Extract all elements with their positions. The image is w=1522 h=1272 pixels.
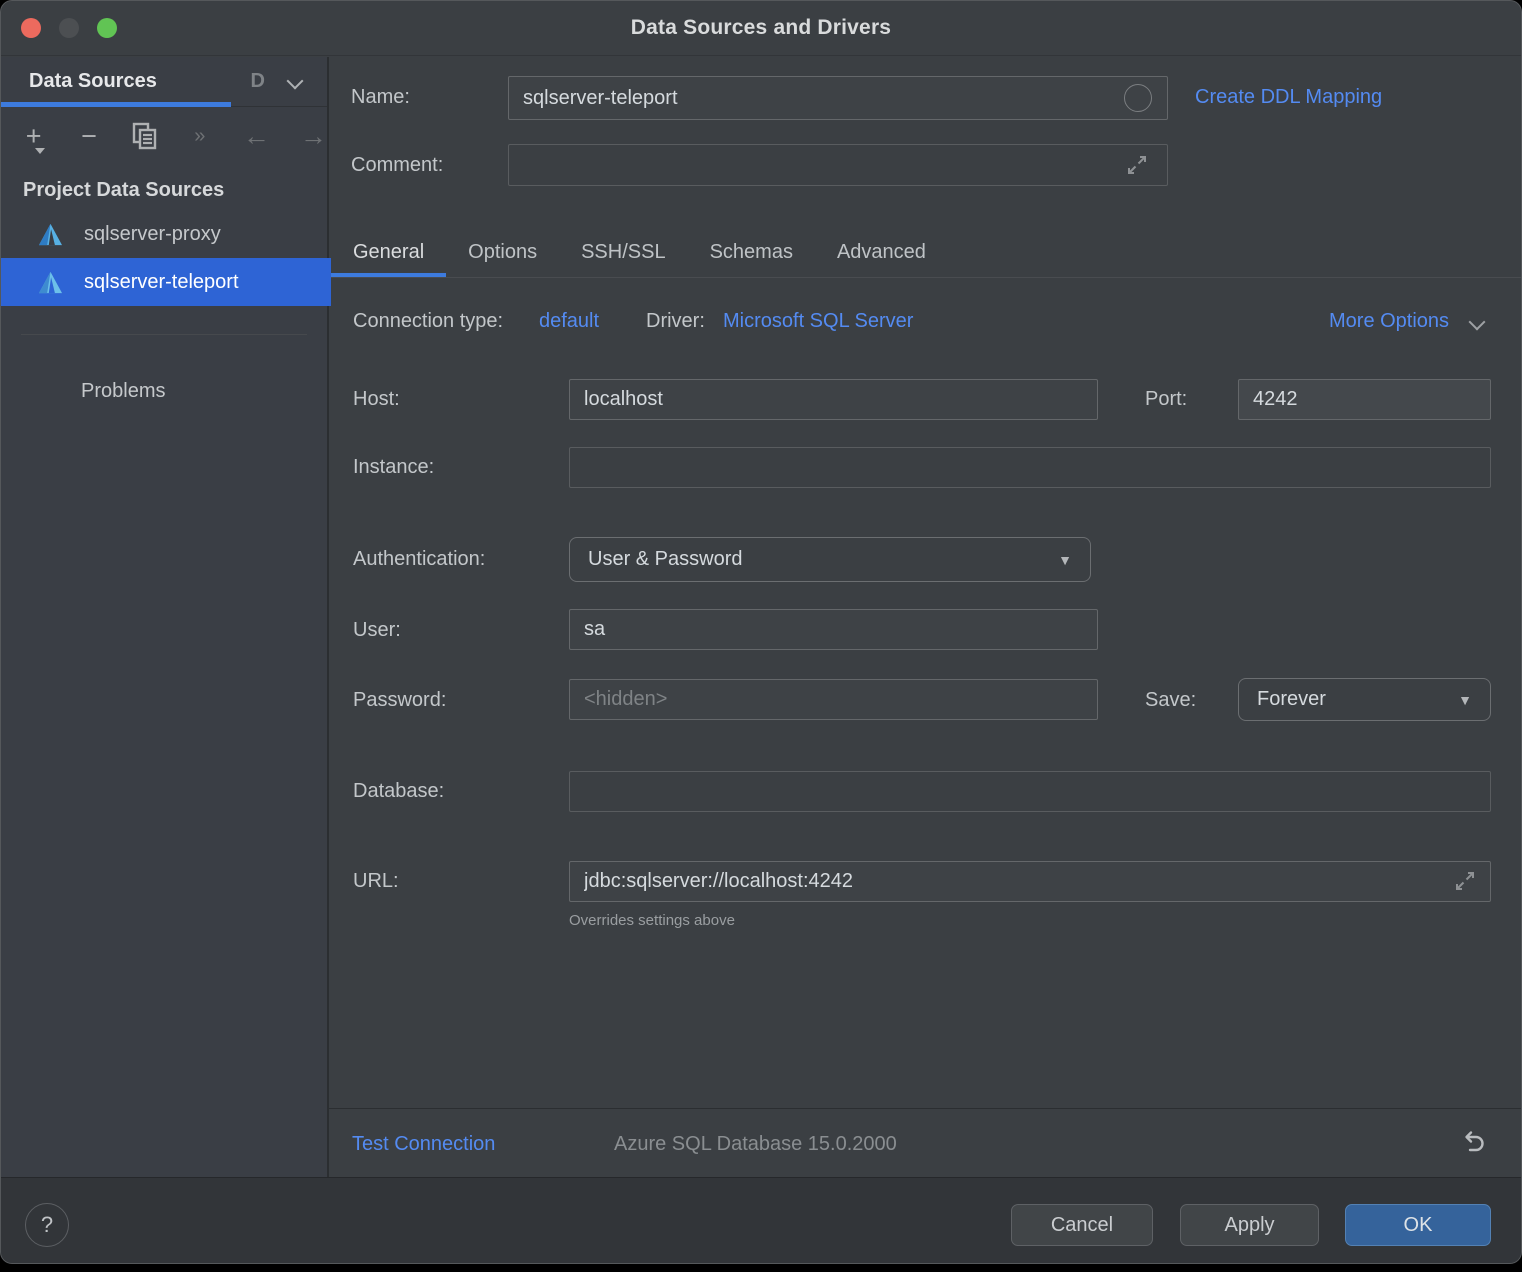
user-input[interactable] bbox=[569, 609, 1098, 650]
user-label: User: bbox=[353, 619, 401, 642]
sidebar-item-sqlserver-teleport[interactable]: sqlserver-teleport bbox=[1, 258, 331, 306]
tab-advanced[interactable]: Advanced bbox=[815, 226, 948, 278]
password-label: Password: bbox=[353, 689, 446, 712]
loading-circle-icon bbox=[1124, 84, 1152, 112]
tab-options[interactable]: Options bbox=[446, 226, 559, 278]
window-title: Data Sources and Drivers bbox=[631, 16, 891, 40]
sidebar-tab-bar: Data Sources D bbox=[1, 57, 327, 107]
expand-icon[interactable] bbox=[1125, 153, 1149, 177]
test-connection-link[interactable]: Test Connection bbox=[352, 1133, 495, 1156]
port-input[interactable] bbox=[1238, 379, 1491, 420]
sidebar: Data Sources D + − bbox=[1, 57, 327, 1177]
tab-bar-divider bbox=[329, 277, 1521, 278]
project-data-sources-header: Project Data Sources bbox=[23, 179, 327, 202]
footer-divider bbox=[329, 1108, 1521, 1109]
cancel-button[interactable]: Cancel bbox=[1011, 1204, 1153, 1246]
connection-type-label: Connection type: bbox=[353, 310, 503, 333]
ok-button[interactable]: OK bbox=[1345, 1204, 1491, 1246]
host-label: Host: bbox=[353, 388, 400, 411]
forward-button[interactable]: → bbox=[300, 120, 327, 152]
traffic-lights bbox=[21, 18, 117, 38]
title-bar: Data Sources and Drivers bbox=[1, 1, 1521, 56]
minimize-window-button[interactable] bbox=[59, 18, 79, 38]
apply-button[interactable]: Apply bbox=[1180, 1204, 1319, 1246]
zoom-window-button[interactable] bbox=[97, 18, 117, 38]
sidebar-splitter[interactable] bbox=[327, 57, 329, 1177]
sidebar-toolbar: + − » ← → bbox=[1, 107, 327, 165]
url-caption: Overrides settings above bbox=[569, 912, 735, 929]
tab-drivers-partial[interactable]: D bbox=[251, 70, 265, 93]
comment-label: Comment: bbox=[351, 154, 443, 177]
arrow-left-icon: ← bbox=[243, 123, 270, 150]
more-actions-button[interactable]: » bbox=[188, 120, 213, 152]
port-label: Port: bbox=[1145, 388, 1187, 411]
password-input[interactable] bbox=[569, 679, 1098, 720]
arrow-right-icon: → bbox=[300, 123, 327, 150]
host-input[interactable] bbox=[569, 379, 1098, 420]
more-options-link[interactable]: More Options bbox=[1329, 310, 1449, 333]
tab-ssh-ssl[interactable]: SSH/SSL bbox=[559, 226, 687, 278]
url-label: URL: bbox=[353, 870, 399, 893]
azure-icon bbox=[37, 270, 64, 295]
name-label: Name: bbox=[351, 86, 410, 109]
expand-icon[interactable] bbox=[1453, 869, 1477, 893]
tab-schemas[interactable]: Schemas bbox=[688, 226, 815, 278]
authentication-value: User & Password bbox=[588, 548, 743, 571]
duplicate-icon bbox=[132, 122, 158, 150]
settings-tab-bar: General Options SSH/SSL Schemas Advanced bbox=[331, 226, 948, 278]
plus-icon: + bbox=[26, 123, 42, 150]
connection-type-value-link[interactable]: default bbox=[539, 310, 599, 333]
azure-icon bbox=[37, 222, 64, 247]
sidebar-item-label: sqlserver-proxy bbox=[84, 223, 221, 246]
add-data-source-button[interactable]: + bbox=[21, 120, 46, 152]
chevron-down-icon[interactable] bbox=[287, 73, 304, 90]
save-select[interactable]: Forever ▼ bbox=[1238, 678, 1491, 721]
undo-icon[interactable] bbox=[1459, 1129, 1487, 1157]
database-input[interactable] bbox=[569, 771, 1491, 812]
authentication-label: Authentication: bbox=[353, 548, 485, 571]
authentication-select[interactable]: User & Password ▼ bbox=[569, 537, 1091, 582]
comment-input[interactable] bbox=[508, 144, 1168, 186]
sidebar-separator bbox=[21, 334, 307, 335]
help-button[interactable]: ? bbox=[25, 1203, 69, 1247]
instance-label: Instance: bbox=[353, 456, 434, 479]
active-tab-underline bbox=[1, 102, 231, 107]
save-label: Save: bbox=[1145, 689, 1196, 712]
tab-data-sources[interactable]: Data Sources bbox=[29, 70, 157, 93]
chevron-down-icon[interactable] bbox=[1469, 314, 1486, 331]
name-input[interactable] bbox=[508, 76, 1168, 120]
driver-value-link[interactable]: Microsoft SQL Server bbox=[723, 310, 913, 333]
dropdown-arrow-icon: ▼ bbox=[1058, 552, 1072, 568]
tab-general[interactable]: General bbox=[331, 226, 446, 278]
server-version-text: Azure SQL Database 15.0.2000 bbox=[614, 1133, 897, 1156]
create-ddl-mapping-link[interactable]: Create DDL Mapping bbox=[1195, 86, 1382, 109]
close-window-button[interactable] bbox=[21, 18, 41, 38]
data-sources-dialog: Data Sources and Drivers Data Sources D … bbox=[0, 0, 1522, 1264]
sidebar-item-problems[interactable]: Problems bbox=[1, 369, 327, 413]
question-mark-icon: ? bbox=[41, 1212, 53, 1238]
double-chevron-icon: » bbox=[194, 126, 206, 146]
driver-label: Driver: bbox=[646, 310, 705, 333]
instance-input[interactable] bbox=[569, 447, 1491, 488]
minus-icon: − bbox=[81, 123, 97, 150]
sidebar-item-sqlserver-proxy[interactable]: sqlserver-proxy bbox=[1, 210, 327, 258]
dropdown-arrow-icon: ▼ bbox=[1458, 692, 1472, 708]
dropdown-caret-icon bbox=[35, 148, 45, 154]
database-label: Database: bbox=[353, 780, 444, 803]
url-input[interactable] bbox=[569, 861, 1491, 902]
back-button[interactable]: ← bbox=[243, 120, 270, 152]
save-value: Forever bbox=[1257, 688, 1326, 711]
sidebar-item-label: sqlserver-teleport bbox=[84, 271, 239, 294]
remove-data-source-button[interactable]: − bbox=[76, 120, 101, 152]
duplicate-data-source-button[interactable] bbox=[132, 120, 158, 152]
